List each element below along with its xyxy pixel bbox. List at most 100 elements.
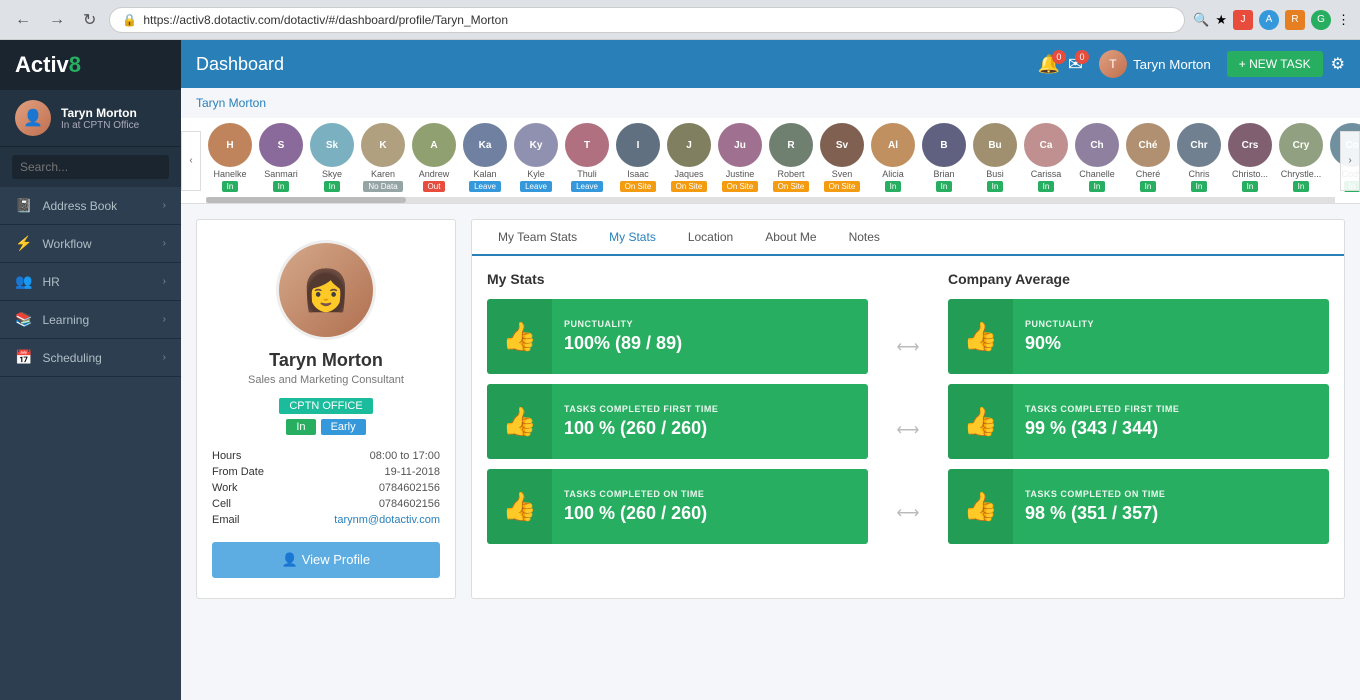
logo-text: Activ8 <box>15 52 81 78</box>
sidebar-item-hr[interactable]: 👥 HR › <box>0 263 181 301</box>
team-member-chrystle[interactable]: Cry Chrystle... In <box>1277 123 1325 192</box>
browser-actions: 🔍 ★ J A R G ⋮ <box>1193 10 1350 30</box>
sidebar-nav: 📓 Address Book › ⚡ Workflow › 👥 HR › <box>0 187 181 700</box>
team-member-hanelke[interactable]: H Hanelke In <box>206 123 254 192</box>
status-early-badge: Early <box>321 419 366 435</box>
sidebar-item-scheduling[interactable]: 📅 Scheduling › <box>0 339 181 377</box>
tab-my-stats[interactable]: My Stats <box>593 220 672 256</box>
team-member-chanelle[interactable]: Ch Chanelle In <box>1073 123 1121 192</box>
forward-button[interactable]: → <box>44 9 70 31</box>
team-member-robert[interactable]: R Robert On Site <box>767 123 815 192</box>
team-member-alicia[interactable]: Al Alicia In <box>869 123 917 192</box>
hours-value: 08:00 to 17:00 <box>370 450 440 462</box>
team-member-name: Brian <box>933 169 954 179</box>
search-input[interactable] <box>12 155 169 179</box>
team-member-name: Skye <box>322 169 342 179</box>
team-member-christo[interactable]: Crs Christo... In <box>1226 123 1274 192</box>
team-member-andrew[interactable]: A Andrew Out <box>410 123 458 192</box>
team-avatar: S <box>259 123 303 167</box>
breadcrumb[interactable]: Taryn Morton <box>181 88 1360 118</box>
team-member-thuli[interactable]: T Thuli Leave <box>563 123 611 192</box>
back-button[interactable]: ← <box>10 9 36 31</box>
ext3-icon[interactable]: R <box>1285 10 1305 30</box>
team-member-name: Karen <box>371 169 395 179</box>
office-badge: CPTN OFFICE <box>279 398 372 414</box>
email-value[interactable]: tarynm@dotactiv.com <box>334 514 440 526</box>
main: Dashboard 🔔 0 ✉ 0 T Taryn Morton + NEW T… <box>181 40 1360 700</box>
team-member-name: Chrystle... <box>1281 169 1322 179</box>
sidebar-item-label: Workflow <box>42 237 91 251</box>
workflow-icon: ⚡ <box>15 235 32 252</box>
team-avatar: Ju <box>718 123 762 167</box>
team-member-jaques[interactable]: J Jaques On Site <box>665 123 713 192</box>
team-member-kyle[interactable]: Ky Kyle Leave <box>512 123 560 192</box>
refresh-button[interactable]: ↻ <box>78 8 101 32</box>
browser-bar: ← → ↻ 🔒 https://activ8.dotactiv.com/dota… <box>0 0 1360 40</box>
team-avatar: Al <box>871 123 915 167</box>
team-avatar: Bu <box>973 123 1017 167</box>
team-member-status: In <box>1191 181 1208 192</box>
my-stat-card-1: 👍 TASKS COMPLETED FIRST TIME 100 % (260 … <box>487 384 868 459</box>
team-member-cher[interactable]: Ché Cheré In <box>1124 123 1172 192</box>
ext4-icon[interactable]: G <box>1311 10 1331 30</box>
message-button[interactable]: ✉ 0 <box>1068 54 1083 75</box>
share-button[interactable]: ⚙ <box>1331 54 1345 74</box>
team-avatar: T <box>565 123 609 167</box>
sidebar-item-learning[interactable]: 📚 Learning › <box>0 301 181 339</box>
stat-info: PUNCTUALITY 100% (89 / 89) <box>552 311 694 362</box>
hours-row: Hours 08:00 to 17:00 <box>212 450 440 462</box>
stat-value: 90% <box>1025 333 1094 354</box>
tab-my-team-stats[interactable]: My Team Stats <box>482 220 593 256</box>
team-member-sven[interactable]: Sv Sven On Site <box>818 123 866 192</box>
team-member-name: Chris <box>1188 169 1209 179</box>
stats-columns: My Stats 👍 PUNCTUALITY 100% (89 / 89) 👍 … <box>487 271 1329 554</box>
team-avatar: Cry <box>1279 123 1323 167</box>
team-avatar: Ché <box>1126 123 1170 167</box>
bookmark-icon[interactable]: ★ <box>1215 12 1227 28</box>
team-member-skye[interactable]: Sk Skye In <box>308 123 356 192</box>
ext1-icon[interactable]: J <box>1233 10 1253 30</box>
address-book-icon: 📓 <box>15 197 32 214</box>
tab-location[interactable]: Location <box>672 220 749 256</box>
view-profile-button[interactable]: 👤 View Profile <box>212 542 440 578</box>
team-member-name: Busi <box>986 169 1004 179</box>
team-row: ‹ H Hanelke In S Sanmari In Sk Skye In K… <box>181 118 1360 204</box>
user-name: Taryn Morton <box>61 106 139 120</box>
scroll-right-button[interactable]: › <box>1340 131 1360 191</box>
team-member-name: Alicia <box>882 169 904 179</box>
company-stats-col: Company Average 👍 PUNCTUALITY 90% 👍 TASK… <box>948 271 1329 554</box>
stat-thumb: 👍 <box>948 299 1013 374</box>
team-member-sanmari[interactable]: S Sanmari In <box>257 123 305 192</box>
user-menu-button[interactable]: T Taryn Morton <box>1091 46 1219 82</box>
team-member-isaac[interactable]: I Isaac On Site <box>614 123 662 192</box>
work-row: Work 0784602156 <box>212 482 440 494</box>
team-member-chris[interactable]: Chr Chris In <box>1175 123 1223 192</box>
team-member-justine[interactable]: Ju Justine On Site <box>716 123 764 192</box>
team-member-carissa[interactable]: Ca Carissa In <box>1022 123 1070 192</box>
stat-value: 99 % (343 / 344) <box>1025 418 1179 439</box>
notification-button[interactable]: 🔔 0 <box>1037 54 1059 75</box>
ext2-icon[interactable]: A <box>1259 10 1279 30</box>
menu-icon[interactable]: ⋮ <box>1337 12 1350 28</box>
tab-about-me[interactable]: About Me <box>749 220 832 256</box>
search-icon[interactable]: 🔍 <box>1193 12 1209 28</box>
team-member-brian[interactable]: B Brian In <box>920 123 968 192</box>
team-member-status: In <box>222 181 239 192</box>
team-member-kalan[interactable]: Ka Kalan Leave <box>461 123 509 192</box>
new-task-button[interactable]: + NEW TASK <box>1227 51 1323 77</box>
sidebar-item-workflow[interactable]: ⚡ Workflow › <box>0 225 181 263</box>
team-member-karen[interactable]: K Karen No Data <box>359 123 407 192</box>
sidebar-item-address-book[interactable]: 📓 Address Book › <box>0 187 181 225</box>
team-scrollbar[interactable] <box>206 197 1335 203</box>
app: Activ8 👤 Taryn Morton In at CPTN Office … <box>0 40 1360 700</box>
tab-notes[interactable]: Notes <box>833 220 896 256</box>
scroll-left-button[interactable]: ‹ <box>181 131 201 191</box>
team-avatar: J <box>667 123 711 167</box>
chevron-icon: › <box>163 200 166 211</box>
team-member-busi[interactable]: Bu Busi In <box>971 123 1019 192</box>
from-date-label: From Date <box>212 466 264 478</box>
sidebar-item-label: Scheduling <box>42 351 101 365</box>
url-bar[interactable]: 🔒 https://activ8.dotactiv.com/dotactiv/#… <box>109 7 1185 33</box>
header-user-name: Taryn Morton <box>1133 57 1211 72</box>
stat-label: TASKS COMPLETED FIRST TIME <box>1025 404 1179 414</box>
